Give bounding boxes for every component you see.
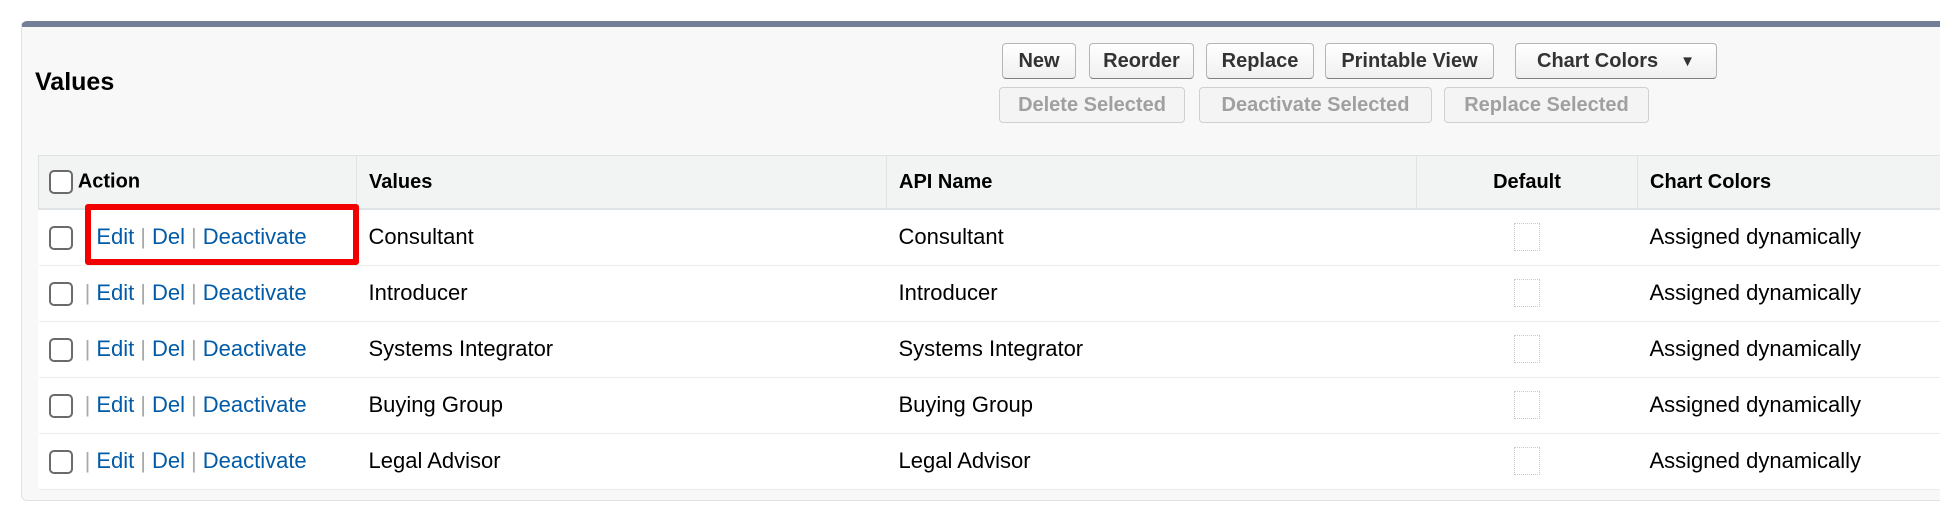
separator: | bbox=[191, 335, 197, 361]
row-checkbox[interactable] bbox=[48, 282, 73, 307]
deactivate-link[interactable]: Deactivate bbox=[203, 224, 307, 249]
separator: | bbox=[84, 447, 91, 473]
reorder-button[interactable]: Reorder bbox=[1089, 43, 1194, 79]
edit-link[interactable]: Edit bbox=[96, 280, 134, 305]
default-checkbox-icon bbox=[1514, 279, 1540, 308]
deactivate-link[interactable]: Deactivate bbox=[203, 392, 307, 417]
del-link[interactable]: Del bbox=[152, 392, 185, 417]
separator: | bbox=[140, 391, 146, 417]
action-cell: |Edit|Del|Deactivate bbox=[38, 377, 357, 434]
value-cell: Consultant bbox=[356, 209, 887, 266]
del-link[interactable]: Del bbox=[152, 224, 185, 249]
header-chart-colors: Chart Colors bbox=[1637, 155, 1940, 210]
chart-colors-cell: Assigned dynamically bbox=[1637, 209, 1940, 266]
separator: | bbox=[140, 224, 146, 250]
deactivate-link[interactable]: Deactivate bbox=[203, 336, 307, 361]
edit-link[interactable]: Edit bbox=[96, 336, 134, 361]
value-cell: Systems Integrator bbox=[356, 321, 887, 378]
select-all-checkbox[interactable] bbox=[49, 170, 73, 194]
printable-view-button[interactable]: Printable View bbox=[1325, 43, 1494, 79]
replace-button[interactable]: Replace bbox=[1206, 43, 1314, 79]
header-default: Default bbox=[1416, 155, 1638, 210]
header-values: Values bbox=[356, 155, 887, 210]
action-cell: |Edit|Del|Deactivate bbox=[38, 433, 357, 490]
deactivate-selected-button[interactable]: Deactivate Selected bbox=[1199, 87, 1432, 123]
chart-colors-cell: Assigned dynamically bbox=[1637, 321, 1940, 378]
header-action-label: Action bbox=[77, 170, 141, 193]
table-header-row: Action Values API Name Default Chart Col… bbox=[38, 155, 1940, 210]
table-row: | Edit | Del | Deactivate Buying Group Buying… bbox=[38, 377, 1940, 434]
header-api-name: API Name bbox=[886, 155, 1417, 210]
edit-link[interactable]: Edit bbox=[96, 224, 134, 249]
separator: | bbox=[191, 447, 197, 473]
del-link[interactable]: Del bbox=[152, 280, 185, 305]
separator: | bbox=[191, 391, 197, 417]
chevron-down-icon: ▼ bbox=[1680, 52, 1695, 70]
api-name-cell: Legal Advisor bbox=[886, 433, 1417, 490]
default-cell bbox=[1416, 377, 1638, 434]
api-name-cell: Buying Group bbox=[886, 377, 1417, 434]
header-action: Action bbox=[38, 155, 357, 210]
action-cell: |Edit|Del|Deactivate bbox=[38, 265, 357, 322]
chart-colors-cell: Assigned dynamically bbox=[1637, 433, 1940, 490]
separator: | bbox=[84, 391, 91, 417]
separator: | bbox=[84, 279, 91, 305]
separator: | bbox=[140, 279, 146, 305]
row-checkbox[interactable] bbox=[48, 394, 73, 419]
table-row: |Edit|Del|Deactivate Consultant Consulta… bbox=[38, 209, 1940, 266]
deactivate-link[interactable]: Deactivate bbox=[203, 280, 307, 305]
deactivate-link[interactable]: Deactivate bbox=[203, 448, 307, 473]
edit-link[interactable]: Edit bbox=[96, 392, 134, 417]
chart-colors-cell: Assigned dynamically bbox=[1637, 265, 1940, 322]
new-button[interactable]: New bbox=[1002, 43, 1076, 79]
row-checkbox[interactable] bbox=[48, 226, 73, 251]
table-row: | Edit | Del | Deactivate Systems Integrator … bbox=[38, 321, 1940, 378]
default-cell bbox=[1416, 265, 1638, 322]
chart-colors-cell: Assigned dynamically bbox=[1637, 377, 1940, 434]
value-cell: Introducer bbox=[356, 265, 887, 322]
api-name-cell: Introducer bbox=[886, 265, 1417, 322]
default-checkbox-icon bbox=[1514, 391, 1540, 420]
api-name-cell: Consultant bbox=[886, 209, 1417, 266]
separator: | bbox=[140, 447, 146, 473]
action-cell: |Edit|Del|Deactivate bbox=[38, 321, 357, 378]
section-title: Values bbox=[35, 68, 115, 96]
action-cell: |Edit|Del|Deactivate bbox=[38, 209, 357, 266]
default-cell bbox=[1416, 433, 1638, 490]
table-row: | Edit | Del | Deactivate Introducer Introduc… bbox=[38, 265, 1940, 322]
chart-colors-label: Chart Colors bbox=[1537, 49, 1659, 72]
replace-selected-button[interactable]: Replace Selected bbox=[1444, 87, 1649, 123]
delete-selected-button[interactable]: Delete Selected bbox=[999, 87, 1185, 123]
api-name-cell: Systems Integrator bbox=[886, 321, 1417, 378]
row-checkbox[interactable] bbox=[48, 338, 73, 363]
default-cell bbox=[1416, 209, 1638, 266]
default-checkbox-icon bbox=[1514, 223, 1540, 252]
default-cell bbox=[1416, 321, 1638, 378]
separator: | bbox=[140, 335, 146, 361]
chart-colors-dropdown[interactable]: Chart Colors ▼ bbox=[1515, 43, 1717, 79]
del-link[interactable]: Del bbox=[152, 336, 185, 361]
edit-link[interactable]: Edit bbox=[96, 448, 134, 473]
default-checkbox-icon bbox=[1514, 447, 1540, 476]
row-checkbox[interactable] bbox=[48, 450, 73, 475]
separator: | bbox=[191, 279, 197, 305]
value-cell: Buying Group bbox=[356, 377, 887, 434]
separator: | bbox=[84, 335, 91, 361]
separator: | bbox=[191, 224, 197, 250]
values-table: Action Values API Name Default Chart Col… bbox=[38, 155, 1940, 490]
table-row: | Edit | Del | Deactivate Legal Advisor Legal… bbox=[38, 433, 1940, 490]
default-checkbox-icon bbox=[1514, 335, 1540, 364]
value-cell: Legal Advisor bbox=[356, 433, 887, 490]
del-link[interactable]: Del bbox=[152, 448, 185, 473]
